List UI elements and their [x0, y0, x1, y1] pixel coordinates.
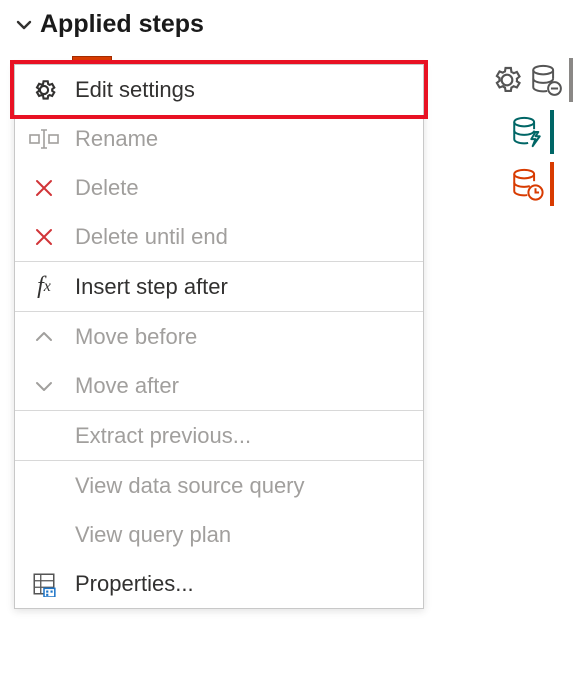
applied-steps-title: Applied steps	[40, 10, 204, 39]
menu-item-edit-settings[interactable]: Edit settings	[15, 65, 423, 114]
menu-item-properties[interactable]: Properties...	[15, 559, 423, 608]
context-menu: Edit settings Rename Delete Delete until…	[14, 64, 424, 609]
step-indicator	[569, 58, 573, 102]
menu-item-label: Delete until end	[75, 224, 409, 250]
gear-icon	[29, 76, 59, 104]
x-icon	[29, 176, 59, 200]
menu-item-label: Rename	[75, 126, 409, 152]
rename-icon	[29, 127, 59, 151]
step-row-lightning[interactable]	[510, 108, 554, 156]
database-minus-icon	[529, 63, 563, 97]
menu-item-move-after[interactable]: Move after	[15, 361, 423, 410]
step-indicator	[550, 162, 554, 206]
chevron-down-icon	[14, 15, 34, 35]
applied-steps-header[interactable]: Applied steps	[0, 0, 581, 47]
menu-item-label: Edit settings	[75, 77, 409, 103]
menu-item-label: Insert step after	[75, 274, 409, 300]
fx-icon: fx	[29, 273, 59, 300]
menu-item-label: Extract previous...	[75, 423, 409, 449]
chevron-up-icon	[29, 325, 59, 349]
chevron-down-icon	[29, 374, 59, 398]
gear-icon[interactable]	[491, 64, 523, 96]
properties-icon	[29, 571, 59, 597]
menu-item-label: Properties...	[75, 571, 409, 597]
menu-item-insert-step-after[interactable]: fx Insert step after	[15, 262, 423, 311]
source-step-icon	[72, 56, 112, 64]
menu-item-label: View data source query	[75, 473, 409, 499]
database-clock-icon	[510, 167, 544, 201]
menu-item-label: View query plan	[75, 522, 409, 548]
menu-item-label: Move before	[75, 324, 409, 350]
menu-item-delete-until-end[interactable]: Delete until end	[15, 212, 423, 261]
menu-item-view-query-plan[interactable]: View query plan	[15, 510, 423, 559]
menu-item-view-data-source-query[interactable]: View data source query	[15, 461, 423, 510]
menu-item-rename[interactable]: Rename	[15, 114, 423, 163]
menu-item-move-before[interactable]: Move before	[15, 312, 423, 361]
menu-item-delete[interactable]: Delete	[15, 163, 423, 212]
menu-item-extract-previous[interactable]: Extract previous...	[15, 411, 423, 460]
menu-item-label: Move after	[75, 373, 409, 399]
step-row-gear[interactable]	[491, 56, 573, 104]
x-icon	[29, 225, 59, 249]
step-indicator	[550, 110, 554, 154]
step-row-clock[interactable]	[510, 160, 554, 208]
database-lightning-icon	[510, 115, 544, 149]
step-icon-column	[491, 56, 573, 208]
menu-item-label: Delete	[75, 175, 409, 201]
